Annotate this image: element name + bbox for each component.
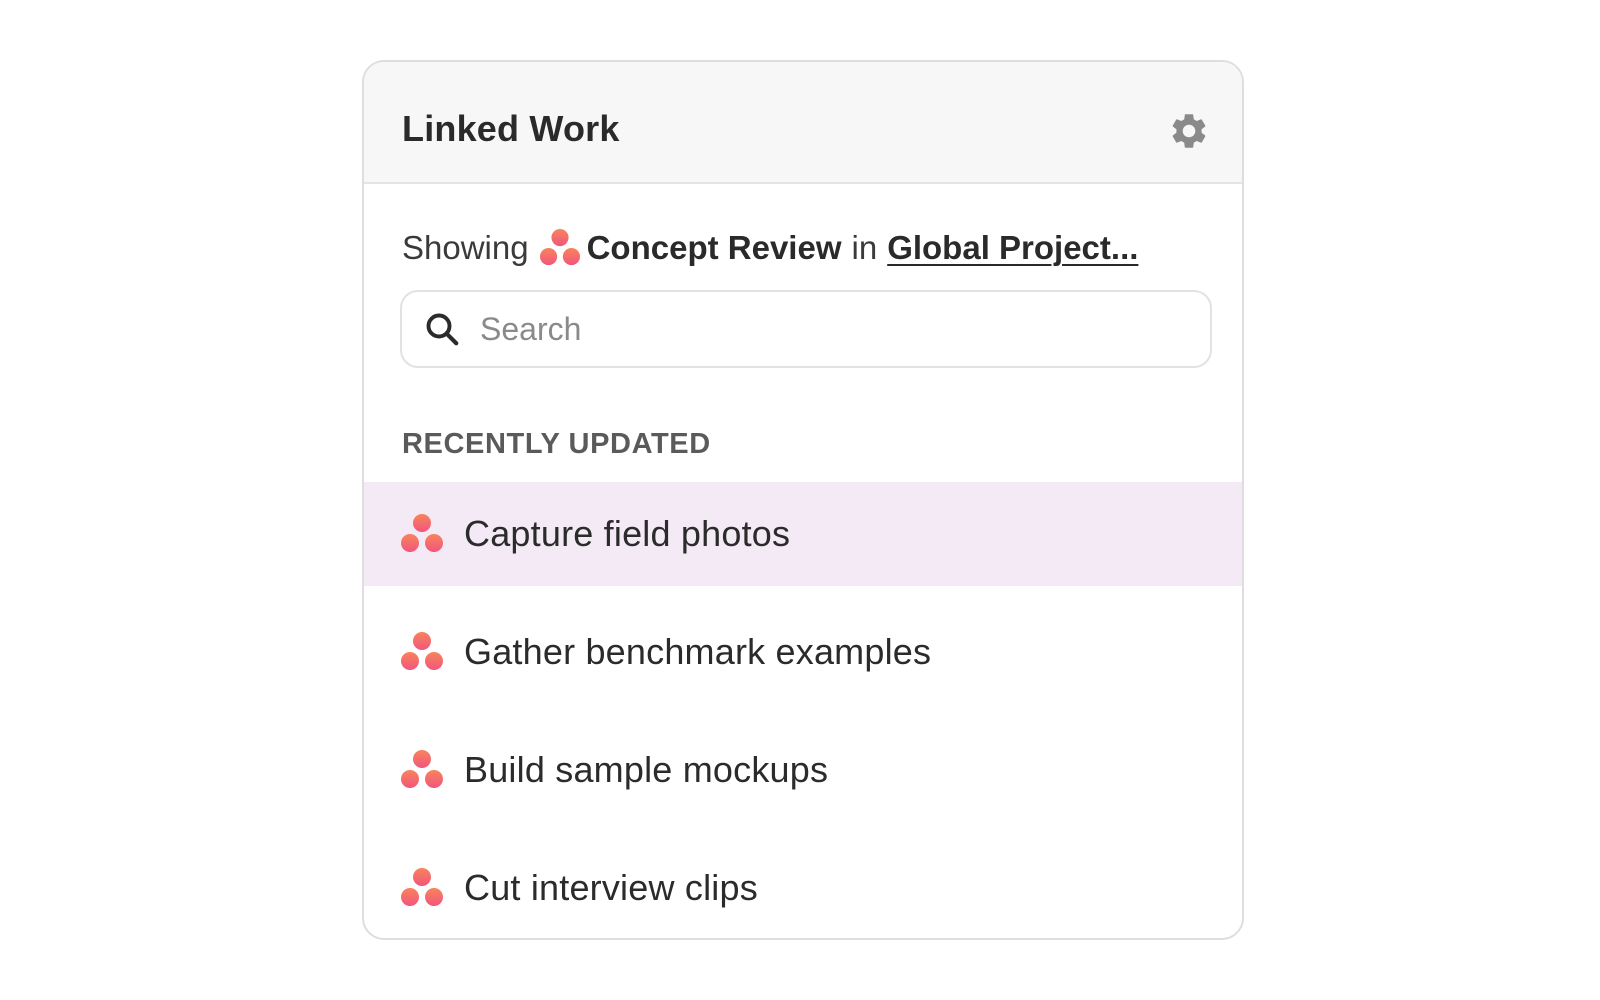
list-item-label: Build sample mockups	[464, 749, 829, 790]
list-item-label: Capture field photos	[464, 513, 791, 554]
linked-work-panel: Linked Work Showing Concept Review in Gl…	[362, 60, 1244, 940]
project-name: Concept Review	[586, 229, 842, 266]
portfolio-link[interactable]: Global Project...	[887, 229, 1138, 267]
section-label: RECENTLY UPDATED	[402, 428, 711, 460]
context-connector: in	[851, 229, 878, 266]
list-item-label: Cut interview clips	[464, 867, 758, 908]
list-item[interactable]: Capture field photos	[364, 482, 1242, 586]
panel-title: Linked Work	[402, 108, 620, 149]
list-item[interactable]: Build sample mockups	[364, 718, 1242, 822]
project-logo-icon	[539, 228, 580, 266]
context-line: Showing Concept Review in Global Project…	[402, 228, 1138, 268]
panel-header: Linked Work	[364, 62, 1242, 184]
search-icon	[426, 313, 459, 346]
project-logo-icon	[401, 632, 443, 670]
search-box[interactable]	[400, 290, 1212, 368]
list-item-label: Gather benchmark examples	[464, 631, 932, 672]
list-item[interactable]: Cut interview clips	[364, 836, 1242, 938]
project-logo-icon	[401, 514, 443, 552]
search-input[interactable]	[478, 309, 1210, 349]
context-prefix: Showing	[402, 229, 529, 266]
task-list: Capture field photos Gather benchmark ex…	[364, 482, 1242, 938]
project-logo-icon	[401, 868, 443, 906]
list-item[interactable]: Gather benchmark examples	[364, 600, 1242, 704]
gear-icon[interactable]	[1168, 110, 1210, 152]
project-logo-icon	[401, 750, 443, 788]
